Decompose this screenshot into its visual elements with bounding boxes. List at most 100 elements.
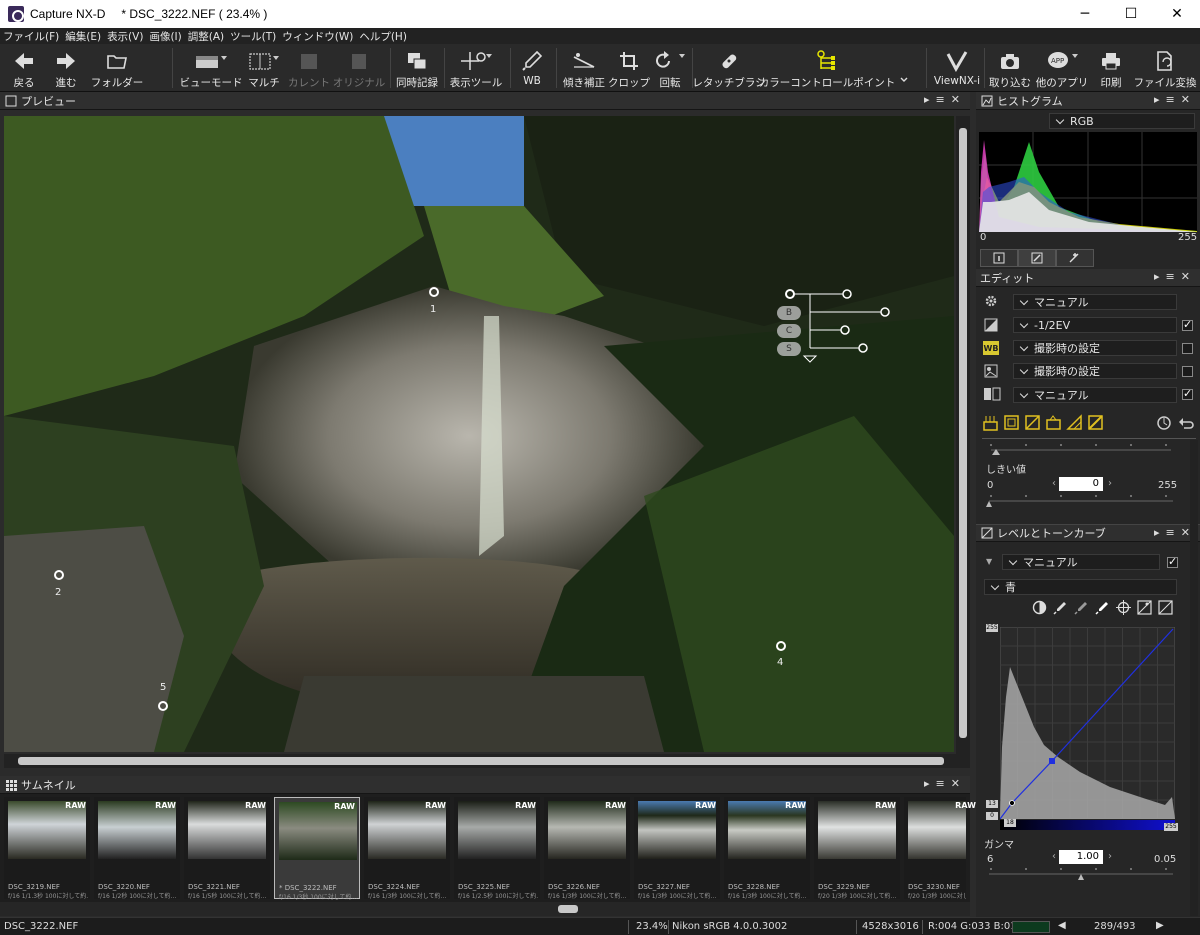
add-anchor-crosshair-icon[interactable] [1116, 600, 1131, 615]
d-lighting-icon[interactable] [1045, 414, 1062, 431]
wb-button[interactable]: WB [516, 44, 548, 92]
color-control-point-button[interactable]: カラーコントロールポイント [759, 44, 895, 92]
menu-window[interactable]: ウィンドウ(W) [282, 29, 353, 44]
control-point-2[interactable] [54, 570, 64, 580]
threshold-slider[interactable] [986, 493, 1176, 507]
previous-image-button[interactable]: ◀ [1058, 920, 1066, 931]
control-point-4[interactable] [776, 641, 786, 651]
tone-curve-graph[interactable] [1000, 627, 1175, 819]
control-point-1[interactable] [429, 287, 439, 297]
settings-reset-icon[interactable] [1156, 415, 1172, 431]
retouch-brush-button[interactable]: レタッチブラシ [692, 44, 766, 92]
viewnxi-button[interactable]: ViewNX-i [932, 44, 982, 92]
white-balance-select[interactable]: 撮影時の設定 [1013, 340, 1177, 356]
collapse-arrow-icon[interactable]: ▼ [986, 557, 992, 566]
crop-button[interactable]: クロップ [608, 44, 650, 92]
tone-curve-icon[interactable] [1087, 414, 1104, 431]
preview-panel-menu-close[interactable]: ▸≡✕ [924, 93, 966, 106]
histogram-channel-select[interactable]: RGB [1049, 113, 1195, 129]
right-panel-scrollbar[interactable] [1190, 440, 1198, 916]
maximize-button[interactable]: ☐ [1108, 0, 1154, 28]
tab-info[interactable] [980, 249, 1018, 267]
thumbnail-item[interactable]: RAW DSC_3230.NEF f/20 1/3秒 100に対して約... [904, 797, 976, 900]
levels-preset-select[interactable]: マニュアル [1002, 554, 1160, 570]
display-tool-button[interactable]: 表示ツール [448, 44, 504, 92]
upper-slider[interactable] [986, 441, 1176, 455]
folder-button[interactable]: フォルダー [90, 44, 144, 92]
active-control-point-sliders[interactable] [782, 286, 902, 366]
picture-control-select[interactable]: マニュアル [1013, 294, 1177, 310]
auto-contrast-icon[interactable] [1137, 600, 1152, 615]
thumbnail-panel-menu-close[interactable]: ▸≡✕ [924, 777, 966, 790]
ccp-brightness-pill[interactable]: B [777, 306, 801, 320]
menu-image[interactable]: 画像(I) [149, 29, 181, 44]
gray-point-eyedropper-icon[interactable] [1074, 600, 1089, 615]
preview-vertical-scrollbar[interactable] [956, 116, 970, 756]
multi-button[interactable]: マルチ [246, 44, 282, 92]
minimize-button[interactable]: ─ [1062, 0, 1108, 28]
gamma-input[interactable]: 1.00 [1059, 850, 1103, 864]
levels-enabled-checkbox[interactable] [1167, 555, 1178, 568]
white-balance-checkbox[interactable] [1182, 343, 1193, 354]
threshold-input[interactable]: 0 [1059, 477, 1103, 491]
toolbar-overflow-button[interactable] [896, 44, 912, 92]
gamma-decrement[interactable]: ‹ [1052, 851, 1056, 862]
thumbnail-item-selected[interactable]: RAW * DSC_3222.NEF f/16 1/3秒 100に対して約... [274, 797, 360, 901]
tone-preset-select[interactable]: マニュアル [1013, 387, 1177, 403]
preview-horizontal-scrollbar[interactable] [4, 754, 970, 768]
ccp-saturation-pill[interactable]: S [777, 342, 801, 356]
current-button[interactable]: カレント [288, 44, 330, 92]
tab-edit[interactable] [1018, 249, 1056, 267]
picture-control-setting-select[interactable]: 撮影時の設定 [1013, 363, 1177, 379]
next-image-button[interactable]: ▶ [1156, 920, 1164, 931]
thumbnail-item[interactable]: RAW DSC_3221.NEF f/16 1/5秒 100に対して約... [184, 797, 270, 900]
thumbnail-item[interactable]: RAW DSC_3227.NEF f/16 1/3秒 100に対して約... [634, 797, 720, 900]
thumbnail-item[interactable]: RAW DSC_3219.NEF f/16 1/1.3秒 100に対して約... [4, 797, 90, 900]
thumbnail-item[interactable]: RAW DSC_3229.NEF f/20 1/3秒 100に対して約... [814, 797, 900, 900]
import-button[interactable]: 取り込む [988, 44, 1032, 92]
exposure-compensation-select[interactable]: -1/2EV [1013, 317, 1177, 333]
thumbnail-item[interactable]: RAW DSC_3228.NEF f/16 1/3秒 100に対して約... [724, 797, 810, 900]
menu-help[interactable]: ヘルプ(H) [359, 29, 407, 44]
tab-tools[interactable] [1056, 249, 1094, 267]
menu-edit[interactable]: 編集(E) [65, 29, 101, 44]
white-point-eyedropper-icon[interactable] [1095, 600, 1110, 615]
levels-channel-select[interactable]: 青 [984, 579, 1177, 595]
thumbnail-item[interactable]: RAW DSC_3225.NEF f/16 1/2.5秒 100に対して約... [454, 797, 540, 900]
threshold-decrement[interactable]: ‹ [1052, 478, 1056, 489]
tilt-button[interactable]: 傾き補正 [562, 44, 606, 92]
menu-tools[interactable]: ツール(T) [230, 29, 276, 44]
reset-curve-icon[interactable] [1158, 600, 1173, 615]
print-button[interactable]: 印刷 [1094, 44, 1128, 92]
back-button[interactable]: 戻る [8, 44, 40, 92]
gamma-increment[interactable]: › [1108, 851, 1112, 862]
edit-panel-menu-close[interactable]: ▸≡✕ [1154, 270, 1196, 283]
thumbnail-item[interactable]: RAW DSC_3220.NEF f/16 1/2秒 100に対して約... [94, 797, 180, 900]
ccp-contrast-pill[interactable]: C [777, 324, 801, 338]
exposure-compensation-checkbox[interactable] [1182, 318, 1193, 331]
close-button[interactable]: ✕ [1154, 0, 1200, 28]
file-convert-button[interactable]: ファイル変換 [1134, 44, 1197, 92]
histogram-panel-menu-close[interactable]: ▸≡✕ [1154, 93, 1196, 106]
sync-record-button[interactable]: 同時記録 [394, 44, 440, 92]
thumbnail-scrollbar[interactable] [0, 902, 970, 916]
control-point-5[interactable] [158, 701, 168, 711]
undo-icon[interactable] [1178, 415, 1194, 431]
noise-reduction-icon[interactable] [982, 414, 999, 431]
threshold-increment[interactable]: › [1108, 478, 1112, 489]
crop-frame-icon[interactable] [1003, 414, 1020, 431]
thumbnail-item[interactable]: RAW DSC_3224.NEF f/16 1/3秒 100に対して約... [364, 797, 450, 900]
menu-view[interactable]: 表示(V) [107, 29, 143, 44]
thumbnail-item[interactable]: RAW DSC_3226.NEF f/16 1/3秒 100に対して約... [544, 797, 630, 900]
picture-control-checkbox[interactable] [1182, 366, 1193, 377]
lens-correction-icon[interactable] [1024, 414, 1041, 431]
tone-preset-checkbox[interactable] [1182, 387, 1193, 400]
perspective-icon[interactable] [1066, 414, 1083, 431]
menu-adjust[interactable]: 調整(A) [188, 29, 224, 44]
forward-button[interactable]: 進む [50, 44, 82, 92]
rotate-button[interactable]: 回転 [652, 44, 688, 92]
menu-file[interactable]: ファイル(F) [3, 29, 59, 44]
other-apps-button[interactable]: APP 他のアプリ [1034, 44, 1090, 92]
black-point-eyedropper-icon[interactable] [1053, 600, 1068, 615]
preview-image[interactable]: 1 2 4 5 B C S [4, 116, 954, 752]
